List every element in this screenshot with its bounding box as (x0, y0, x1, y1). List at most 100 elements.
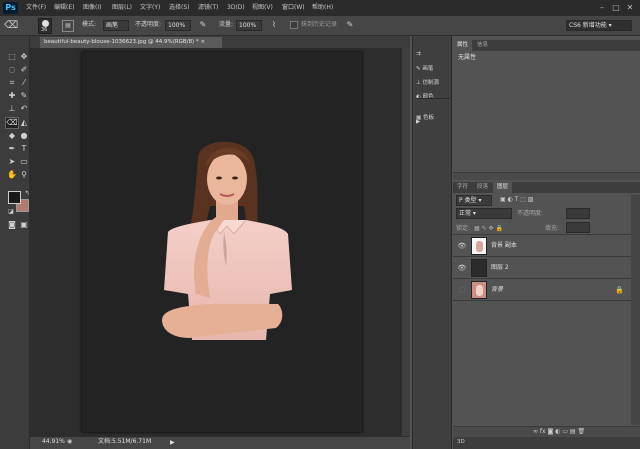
move-tool-icon[interactable]: ✥ (19, 52, 29, 62)
properties-footer (453, 172, 640, 180)
properties-tab-bar: 属性 信息 (453, 40, 640, 51)
canvas-vertical-scrollbar[interactable] (402, 48, 410, 436)
menu-help[interactable]: 帮助(H) (312, 5, 333, 11)
menu-layer[interactable]: 图层(L) (112, 5, 132, 11)
layer-row[interactable]: □ 背景 🔒 (453, 279, 631, 301)
screen-mode-icon[interactable]: ▣ (19, 220, 29, 230)
menu-select[interactable]: 选择(S) (169, 5, 190, 11)
layer-filter-select[interactable]: P 类型 ▾ (456, 195, 492, 206)
history-icon: ⇉ (416, 51, 421, 57)
tab-info[interactable]: 信息 (473, 40, 492, 51)
status-arrow-icon[interactable]: ▶ (170, 439, 175, 446)
dock-color[interactable]: ◐ 颜色 (416, 91, 450, 103)
brush-panel-toggle-icon[interactable]: ▤ (62, 20, 74, 32)
blend-mode-select[interactable]: 正常 ▾ (456, 208, 512, 219)
close-tab-icon[interactable]: × (200, 39, 205, 45)
menu-image[interactable]: 图像(I) (83, 5, 101, 11)
visibility-eye-icon[interactable]: □ (457, 285, 467, 295)
paint-bucket-tool-icon[interactable]: ◭ (19, 118, 29, 128)
pen-tool-icon[interactable]: ✒ (7, 144, 17, 154)
menu-edit[interactable]: 编辑(E) (54, 5, 74, 11)
layer-opacity-field[interactable] (566, 208, 590, 219)
woman-photo (162, 141, 292, 340)
opacity-field[interactable]: 100% (165, 20, 191, 31)
layer-filter-icons[interactable]: ▣ ◐ T ⬚ ▨ (500, 197, 534, 203)
mode-select[interactable]: 画笔 (103, 20, 129, 31)
layer-action-icons[interactable]: ∞ fx ◙ ◐ ▭ ▤ 🗑 (533, 429, 585, 435)
eraser-tool-icon[interactable]: ⌫ (5, 117, 19, 129)
menu-type[interactable]: 文字(Y) (140, 5, 160, 11)
brush-preset-picker[interactable]: 36 (38, 18, 52, 34)
type-tool-icon[interactable]: T (19, 144, 29, 154)
tab-3d[interactable]: 3D (453, 437, 469, 448)
rectangle-tool-icon[interactable]: ▭ (19, 157, 29, 167)
tab-layers[interactable]: 图层 (493, 182, 513, 193)
brush-size-value: 36 (41, 27, 48, 33)
document-tab[interactable]: beautiful-beauty-blouse-1036623.jpg @ 44… (40, 37, 222, 48)
dock-actions[interactable]: ▶ (416, 116, 450, 128)
visibility-eye-icon[interactable]: 👁 (457, 263, 467, 273)
tab-properties[interactable]: 属性 (453, 40, 473, 51)
document-info: 文档:5.51M/6.71M (98, 438, 152, 445)
dock-brush[interactable]: ✎ 画笔 (416, 63, 450, 75)
zoom-tool-icon[interactable]: ⚲ (19, 170, 29, 180)
lasso-tool-icon[interactable]: ◌ (7, 65, 17, 75)
bottom-tab-bar: 3D (453, 437, 640, 449)
pressure-size-icon[interactable]: ✎ (344, 19, 356, 31)
clone-stamp-tool-icon[interactable]: ⊥ (7, 104, 17, 114)
dock-divider (416, 98, 450, 99)
fill-label: 填充: (545, 225, 560, 232)
menu-view[interactable]: 视图(V) (252, 5, 273, 11)
erase-to-history-label: 抹到历史记录 (301, 21, 338, 28)
airbrush-icon[interactable]: ⌇ (268, 19, 280, 31)
minimize-icon[interactable]: – (597, 3, 607, 13)
visibility-eye-icon[interactable]: 👁 (457, 241, 467, 251)
eyedropper-tool-icon[interactable]: ⁄ (19, 78, 29, 88)
brush-tool-icon[interactable]: ✎ (19, 91, 29, 101)
eraser-tool-preset-icon[interactable]: ⌫ (4, 19, 18, 33)
layer-thumbnail (471, 237, 487, 255)
properties-content: 无属性 (458, 54, 477, 61)
crop-tool-icon[interactable]: ⌗ (7, 78, 17, 88)
quick-mask-icon[interactable]: ◙ (7, 220, 17, 230)
status-menu-icon[interactable]: ◉ (67, 438, 75, 446)
menu-3d[interactable]: 3D(D) (227, 5, 245, 11)
pressure-opacity-icon[interactable]: ✎ (197, 19, 209, 31)
dock-clone-source[interactable]: ⊥ 仿制源 (416, 77, 450, 89)
workspace-switcher[interactable]: CS6 新增功能 ▾ (566, 20, 632, 31)
layer-name[interactable]: 背景 副本 (491, 243, 517, 249)
layer-opacity-label: 不透明度: (517, 210, 544, 217)
dock-history[interactable]: ⇉ (416, 48, 450, 60)
path-select-tool-icon[interactable]: ➤ (7, 157, 17, 167)
layer-row[interactable]: 👁 图层 2 (453, 257, 631, 279)
tab-paragraph[interactable]: 段落 (473, 182, 492, 193)
history-brush-tool-icon[interactable]: ↶ (19, 104, 29, 114)
lock-label: 锁定: (456, 225, 471, 232)
layer-fill-field[interactable] (566, 222, 590, 233)
erase-to-history-checkbox[interactable] (290, 21, 298, 29)
tab-character[interactable]: 字符 (453, 182, 472, 193)
dodge-tool-icon[interactable]: ● (19, 131, 29, 141)
menu-file[interactable]: 文件(F) (26, 5, 46, 11)
hand-tool-icon[interactable]: ✋ (7, 170, 17, 180)
flow-label: 流量: (219, 21, 234, 28)
layer-row[interactable]: 👁 背景 副本 (453, 235, 631, 257)
blur-tool-icon[interactable]: ◆ (7, 131, 17, 141)
marquee-tool-icon[interactable]: ⬚ (7, 52, 17, 62)
healing-tool-icon[interactable]: ✚ (7, 91, 17, 101)
foreground-color-swatch[interactable] (8, 191, 21, 204)
layers-scrollbar[interactable] (631, 195, 640, 425)
layer-name[interactable]: 图层 2 (491, 265, 509, 271)
menu-filter[interactable]: 滤镜(T) (198, 5, 218, 11)
default-colors-icon[interactable]: ◪ (6, 207, 16, 217)
flow-field[interactable]: 100% (236, 20, 262, 31)
opacity-label: 不透明度: (135, 21, 162, 28)
close-icon[interactable]: ✕ (625, 3, 635, 13)
lock-icons[interactable]: ▦ ✎ ✥ 🔒 (474, 226, 503, 232)
layers-footer: ∞ fx ◙ ◐ ▭ ▤ 🗑 (453, 426, 640, 437)
quick-select-tool-icon[interactable]: ✐ (19, 65, 29, 75)
layer-name[interactable]: 背景 (491, 287, 503, 293)
zoom-level[interactable]: 44.91% (42, 439, 65, 445)
menu-window[interactable]: 窗口(W) (282, 5, 305, 11)
maximize-icon[interactable]: □ (611, 3, 621, 13)
